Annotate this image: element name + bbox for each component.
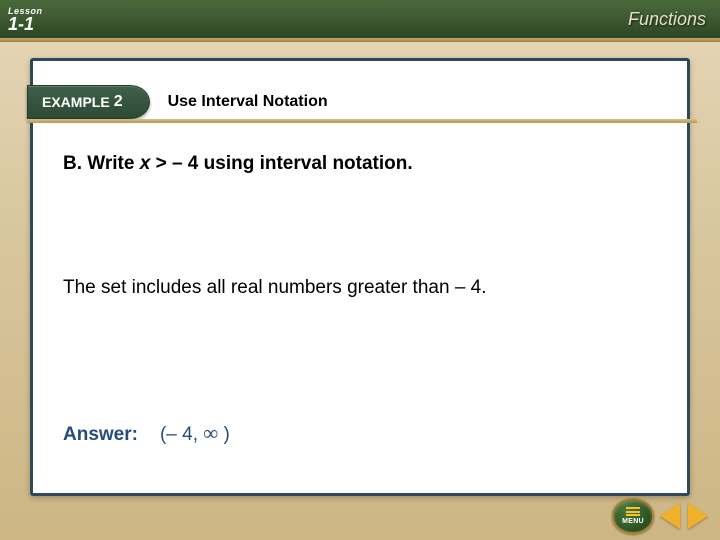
menu-button[interactable]: MENU <box>612 498 654 534</box>
problem-statement: B. Write x > – 4 using interval notation… <box>63 153 413 175</box>
explanation-text: The set includes all real numbers greate… <box>63 277 487 299</box>
top-bar: Lesson 1-1 Functions <box>0 0 720 38</box>
answer-close: ) <box>218 424 230 445</box>
chevron-right-icon <box>688 503 708 529</box>
example-tab: EXAMPLE 2 <box>27 85 150 119</box>
answer-label: Answer: <box>63 424 138 446</box>
infinity-symbol: ∞ <box>203 421 218 445</box>
answer-value: (– 4, ∞ ) <box>160 421 230 446</box>
hamburger-icon <box>626 507 640 516</box>
slide: Lesson 1-1 Functions EXAMPLE 2 Use Inter… <box>0 0 720 540</box>
menu-label: MENU <box>622 518 644 525</box>
example-tab-number: 2 <box>114 93 123 111</box>
problem-prefix: B. Write <box>63 153 140 174</box>
chevron-left-icon <box>660 503 680 529</box>
lesson-badge: Lesson 1-1 <box>0 6 43 32</box>
answer-row: Answer: (– 4, ∞ ) <box>63 421 230 446</box>
problem-rest: > – 4 using interval notation. <box>150 153 412 174</box>
content-frame: EXAMPLE 2 Use Interval Notation B. Write… <box>30 58 690 496</box>
lesson-number: 1-1 <box>8 16 34 32</box>
example-title: Use Interval Notation <box>168 93 328 111</box>
prev-button[interactable] <box>658 501 682 531</box>
example-tab-word: EXAMPLE <box>42 94 110 110</box>
example-divider <box>27 119 697 123</box>
chapter-title: Functions <box>628 9 720 30</box>
next-button[interactable] <box>686 501 710 531</box>
answer-open: (– 4, <box>160 424 203 445</box>
topbar-divider <box>0 38 720 42</box>
example-header: EXAMPLE 2 Use Interval Notation <box>27 85 328 119</box>
problem-variable: x <box>140 153 151 174</box>
footer-controls: MENU <box>612 498 710 534</box>
